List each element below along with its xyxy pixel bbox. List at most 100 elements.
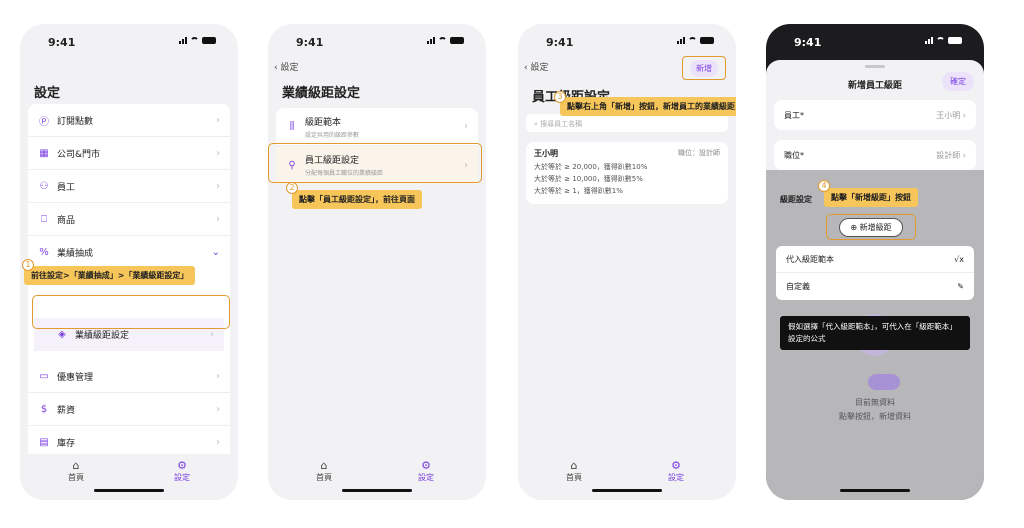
step-callout: 點擊「員工級距設定」，前往頁面 [292,190,422,209]
employee-role: 職位：設計師 [678,149,720,157]
field-value: 設計師 › [936,150,966,160]
settings-item-products[interactable]: ⎕ 商品 › [28,203,230,236]
tier-line: 大於等於 ≥ 20,000，獲得趴數10% [534,163,648,171]
status-time: 9:41 [296,36,324,49]
tab-settings[interactable]: ⚙ 設定 [406,460,446,483]
chevron-right-icon: › [216,180,220,192]
wifi-icon [936,37,945,44]
add-tier-button[interactable]: ⊕ 新增級距 [839,217,903,237]
home-indicator [592,489,662,492]
step-callout: 點擊「新增級距」按鈕 [824,188,918,207]
settings-item-company[interactable]: ▦ 公司&門市 › [28,137,230,170]
back-button[interactable]: ‹ 設定 [524,60,548,73]
formula-icon: √x [954,254,964,264]
gear-icon: ⚙ [671,459,681,472]
back-button[interactable]: ‹ 設定 [274,60,298,73]
row-text: 級距範本 設定共用的級距參數 [305,115,359,139]
wifi-icon [438,37,447,44]
step-callout: 點擊右上角「新增」按鈕，新增員工的業績級距 [560,97,736,116]
section-label: 級距設定 [780,195,812,204]
highlight-box [32,295,230,329]
home-indicator [342,489,412,492]
status-time: 9:41 [794,36,822,49]
tab-settings[interactable]: ⚙ 設定 [656,460,696,483]
item-label: 業績抽成 [57,249,94,259]
status-time: 9:41 [546,36,574,49]
signal-icon [677,37,685,44]
settings-item-staff[interactable]: ⚇ 員工 › [28,170,230,203]
step-badge: 4 [818,180,830,192]
tab-settings[interactable]: ⚙ 設定 [162,460,202,483]
option-template[interactable]: 代入級距範本 √x [776,246,974,273]
search-input[interactable]: ⌕ 搜尋員工名稱 [526,114,728,132]
row-sub: 設定共用的級距參數 [305,131,360,139]
battery-icon [202,37,216,44]
phone-settings: 9:41 設定 Ⓟ 訂閱點數 › ▦ 公司&門市 › ⚇ 員工 › ⎕ 商品 › % 業績抽成 ⌄ … [20,24,238,500]
step-badge: 1 [22,259,34,271]
item-label: 薪資 [57,405,76,416]
employee-name: 王小明 [534,149,558,158]
signal-icon [925,37,933,44]
status-icons [677,37,714,44]
gear-icon: ⚙ [421,459,431,472]
option-label: 代入級距範本 [786,254,834,264]
wifi-icon [688,37,697,44]
add-button[interactable]: 新增 [690,59,718,77]
tooltip: 假如選擇「代入級距範本」，可代入在「級距範本」設定的公式 [780,316,970,350]
salary-icon: $ [40,403,48,415]
coupon-icon: ▭ [39,370,49,382]
wifi-icon [190,37,199,44]
tiers-icon: ◈ [58,329,66,340]
percent-icon: % [39,247,49,258]
settings-item-salary[interactable]: $ 薪資 › [28,393,230,426]
status-bar: 9:41 [518,24,736,60]
employee-card[interactable]: 王小明 職位：設計師 大於等於 ≥ 20,000，獲得趴數10% 大於等於 ≥ … [526,142,728,204]
settings-item-commission[interactable]: % 業績抽成 ⌄ [28,236,230,269]
illustration-coin [868,374,900,390]
empty-state: 目前無資料 點擊按鈕，新增資料 [766,396,984,424]
confirm-button[interactable]: 確定 [942,72,974,91]
home-indicator [94,489,164,492]
option-custom[interactable]: 自定義 ✎ [776,273,974,300]
signal-icon [427,37,435,44]
status-bar: 9:41 [268,24,486,60]
battery-icon [450,37,464,44]
home-indicator [840,489,910,492]
add-tier-highlight: ⊕ 新增級距 [826,214,916,240]
sheet-grabber[interactable] [865,65,885,68]
tab-label: 首頁 [68,473,84,482]
tab-label: 首頁 [316,473,332,482]
tab-label: 設定 [668,473,684,482]
tab-home[interactable]: ⌂ 首頁 [304,460,344,483]
settings-item-subscription[interactable]: Ⓟ 訂閱點數 › [28,104,230,137]
chevron-right-icon: › [210,329,214,340]
back-label: 設定 [530,63,549,73]
field-label: 員工* [784,110,804,120]
chevron-right-icon: › [216,147,220,159]
tab-bar: ⌂ 首頁 ⚙ 設定 [268,454,486,500]
chevron-right-icon: › [216,213,220,225]
settings-item-promotions[interactable]: ▭ 優惠管理 › [28,360,230,393]
tab-label: 首頁 [566,473,582,482]
signal-icon [179,37,187,44]
tab-bar: ⌂ 首頁 ⚙ 設定 [518,454,736,500]
status-icons [179,37,216,44]
step-callout: 前往設定>「業績抽成」>「業績級距設定」 [24,266,196,285]
tier-line: 大於等於 ≥ 10,000，獲得趴數5% [534,175,643,183]
add-button-highlight: 新增 [682,56,726,80]
back-label: 設定 [280,63,299,73]
item-label: 公司&門市 [57,149,101,160]
item-label: 商品 [57,215,76,226]
row-tier-template[interactable]: ⫼ 級距範本 設定共用的級距參數 › [276,108,478,146]
item-label: 訂閱點數 [57,116,94,127]
item-label: 優惠管理 [57,372,94,383]
tab-home[interactable]: ⌂ 首頁 [554,460,594,483]
tab-home[interactable]: ⌂ 首頁 [56,460,96,483]
field-value-text: 設計師 [936,150,961,160]
item-label: 員工 [57,182,76,193]
page-title: 設定 [34,86,61,101]
chevron-right-icon: › [216,436,220,448]
home-icon: ⌂ [570,459,578,472]
employee-field[interactable]: 員工* 王小明 › [774,100,976,130]
role-field[interactable]: 職位* 設計師 › [774,140,976,170]
